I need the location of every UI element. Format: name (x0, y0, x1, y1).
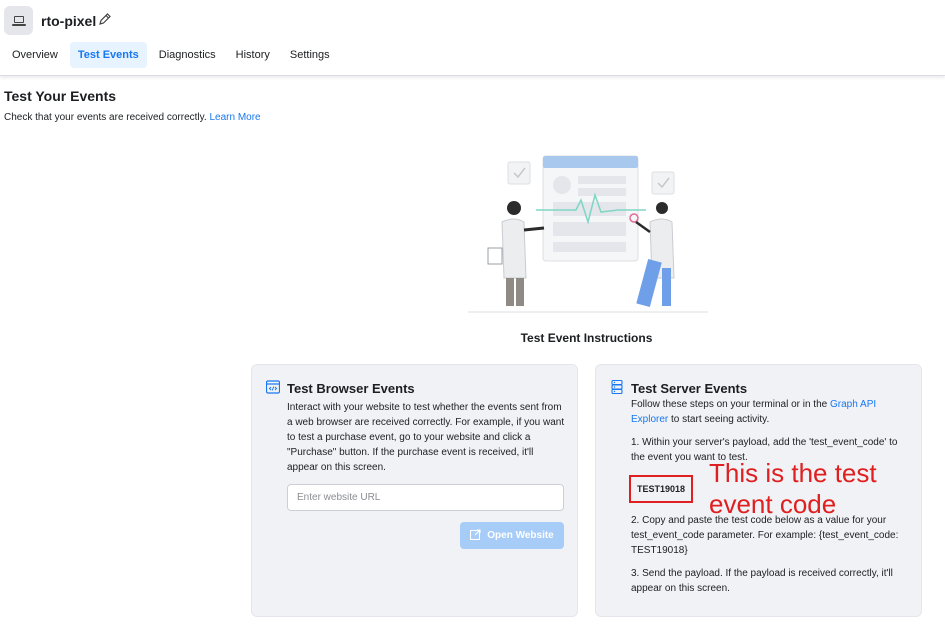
laptop-icon (4, 6, 33, 35)
tab-diagnostics[interactable]: Diagnostics (151, 42, 224, 68)
test-events-illustration (468, 150, 708, 315)
intro-text-before: Follow these steps on your terminal or i… (631, 399, 828, 410)
test-event-code[interactable]: TEST19018 (629, 475, 693, 503)
server-card-title: Test Server Events (631, 381, 748, 396)
page-header: rto-pixel Overview Test Events Diagnosti… (0, 0, 945, 76)
tab-test-events[interactable]: Test Events (69, 42, 147, 68)
intro-text-after: to start seeing activity. (671, 414, 770, 425)
pencil-icon[interactable] (98, 12, 112, 26)
browser-card-description: Interact with your website to test wheth… (287, 402, 565, 473)
test-code-annotation: This is the test event code (709, 458, 877, 519)
pixel-name: rto-pixel (41, 13, 97, 29)
server-card-intro: Follow these steps on your terminal or i… (631, 397, 911, 427)
learn-more-link[interactable]: Learn More (209, 112, 260, 123)
instructions-title: Test Event Instructions (520, 331, 653, 345)
tab-bar: Overview Test Events Diagnostics History… (4, 42, 338, 68)
tab-settings[interactable]: Settings (282, 42, 338, 68)
open-website-button[interactable]: Open Website (460, 522, 564, 549)
server-icon (610, 379, 624, 395)
browser-code-icon (265, 380, 281, 394)
tab-overview[interactable]: Overview (4, 42, 66, 68)
page-title: Test Your Events (4, 88, 117, 104)
external-link-icon (470, 528, 481, 543)
tab-history[interactable]: History (228, 42, 278, 68)
open-website-label: Open Website (487, 530, 554, 541)
page-subtitle: Check that your events are received corr… (4, 112, 261, 123)
website-url-input[interactable] (287, 484, 564, 511)
subtitle-text: Check that your events are received corr… (4, 112, 207, 123)
server-step-3: 3. Send the payload. If the payload is r… (631, 568, 893, 594)
browser-events-card: Test Browser Events Interact with your w… (251, 364, 578, 617)
browser-card-title: Test Browser Events (287, 381, 415, 396)
